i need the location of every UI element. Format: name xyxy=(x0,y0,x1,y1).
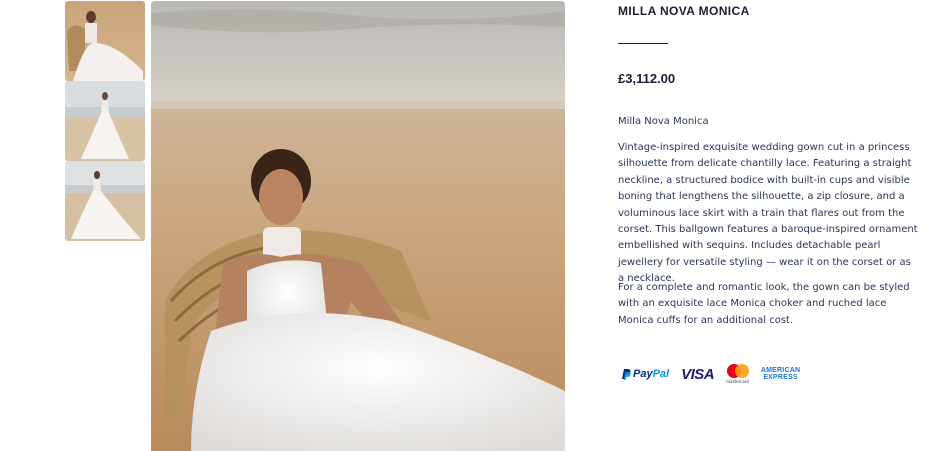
mastercard-icon: mastercard xyxy=(726,364,749,384)
thumbnail-2[interactable] xyxy=(65,81,145,161)
mastercard-yellow-circle xyxy=(734,364,749,378)
amex-line-2: EXPRESS xyxy=(763,374,798,381)
main-product-photo xyxy=(151,1,565,451)
payment-methods: PayPal VISA mastercard AMERICAN EXPRESS xyxy=(621,364,812,384)
product-subname: Milla Nova Monica xyxy=(618,116,709,127)
product-description-styling: For a complete and romantic look, the go… xyxy=(618,282,910,326)
paypal-text-pay: Pay xyxy=(633,368,653,380)
visa-icon: VISA xyxy=(681,365,715,383)
paypal-icon: PayPal xyxy=(621,368,669,380)
thumbnail-2-image xyxy=(65,81,145,161)
main-product-image[interactable] xyxy=(151,1,565,451)
amex-line-1: AMERICAN xyxy=(760,367,801,374)
paypal-p-icon xyxy=(622,369,631,380)
paypal-text-pal: Pal xyxy=(652,368,670,380)
mastercard-label: mastercard xyxy=(726,379,749,384)
thumbnail-gallery xyxy=(65,1,145,241)
visa-text: VISA xyxy=(681,365,715,383)
thumbnail-1[interactable] xyxy=(65,1,145,81)
thumbnail-1-image xyxy=(65,1,145,81)
product-description: Vintage-inspired exquisite wedding gown … xyxy=(618,142,918,285)
product-price: £3,112.00 xyxy=(618,71,676,86)
product-title: MILLA NOVA MONICA xyxy=(618,4,750,18)
thumbnail-3-image xyxy=(65,161,145,241)
title-divider xyxy=(618,43,668,44)
amex-icon: AMERICAN EXPRESS xyxy=(761,367,800,381)
thumbnail-3[interactable] xyxy=(65,161,145,241)
